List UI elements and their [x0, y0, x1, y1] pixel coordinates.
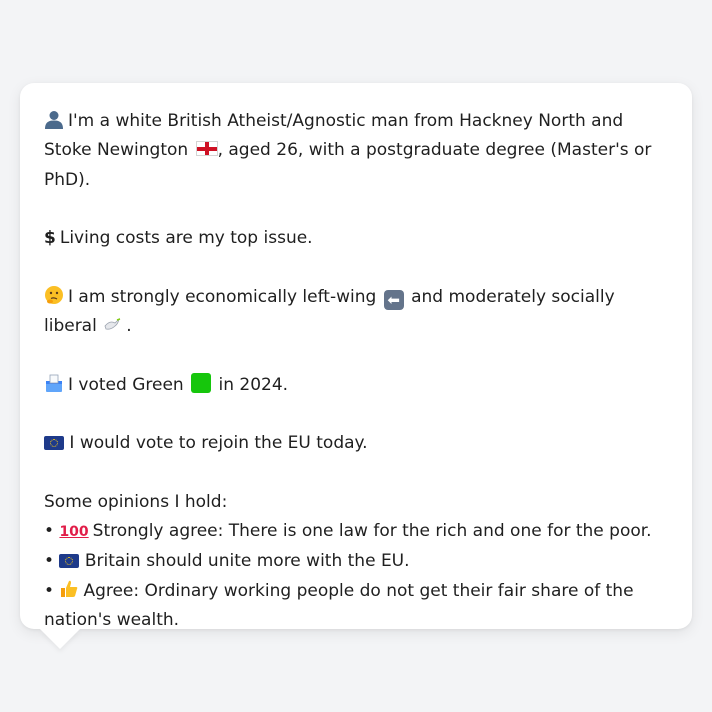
- england-flag-icon: [195, 141, 218, 157]
- eu-flag-icon: [44, 436, 64, 451]
- left-arrow-icon: ⬅: [383, 289, 404, 310]
- opinion-text: Strongly agree: There is one law for the…: [92, 521, 652, 542]
- eu-text: I would vote to rejoin the EU today.: [69, 433, 368, 454]
- opinion-item: • Britain should unite more with the EU.: [44, 547, 668, 576]
- hundred-points-icon: 100: [59, 524, 89, 541]
- vote-text-2: in 2024.: [218, 374, 289, 395]
- vote-line: I voted Green in 2024.: [44, 371, 668, 400]
- top-issue-text: Living costs are my top issue.: [59, 228, 313, 249]
- green-square-icon: [191, 372, 212, 393]
- dollar-sign-icon: $: [44, 228, 56, 249]
- bullet: •: [44, 521, 55, 542]
- vote-text-1: I voted Green: [68, 374, 184, 395]
- ballot-box-icon: [44, 371, 64, 400]
- bullet: •: [44, 551, 55, 572]
- opinion-item: • Agree: Ordinary working people do not …: [44, 577, 668, 636]
- persona-speech-bubble: I'm a white British Atheist/Agnostic man…: [20, 83, 692, 630]
- thumbs-up-icon: [59, 577, 79, 606]
- opinion-text: Britain should unite more with the EU.: [84, 551, 410, 572]
- ideology-text-1: I am strongly economically left-wing: [68, 286, 377, 307]
- top-issue-line: $ Living costs are my top issue.: [44, 224, 668, 253]
- dove-icon: [102, 312, 122, 341]
- identity-line: I'm a white British Atheist/Agnostic man…: [44, 107, 668, 195]
- person-silhouette-icon: [44, 107, 64, 136]
- opinion-item: • 100 Strongly agree: There is one law fo…: [44, 517, 668, 547]
- opinion-text: Agree: Ordinary working people do not ge…: [44, 580, 634, 631]
- bullet: •: [44, 580, 55, 601]
- eu-line: I would vote to rejoin the EU today.: [44, 429, 668, 458]
- speech-bubble-tail: [40, 629, 80, 649]
- ideology-line: I am strongly economically left-wing ⬅ a…: [44, 283, 668, 342]
- opinions-title: Some opinions I hold:: [44, 491, 228, 512]
- eu-flag-icon: [59, 554, 80, 569]
- thinking-face-icon: [44, 283, 64, 312]
- ideology-text-3: .: [126, 316, 132, 337]
